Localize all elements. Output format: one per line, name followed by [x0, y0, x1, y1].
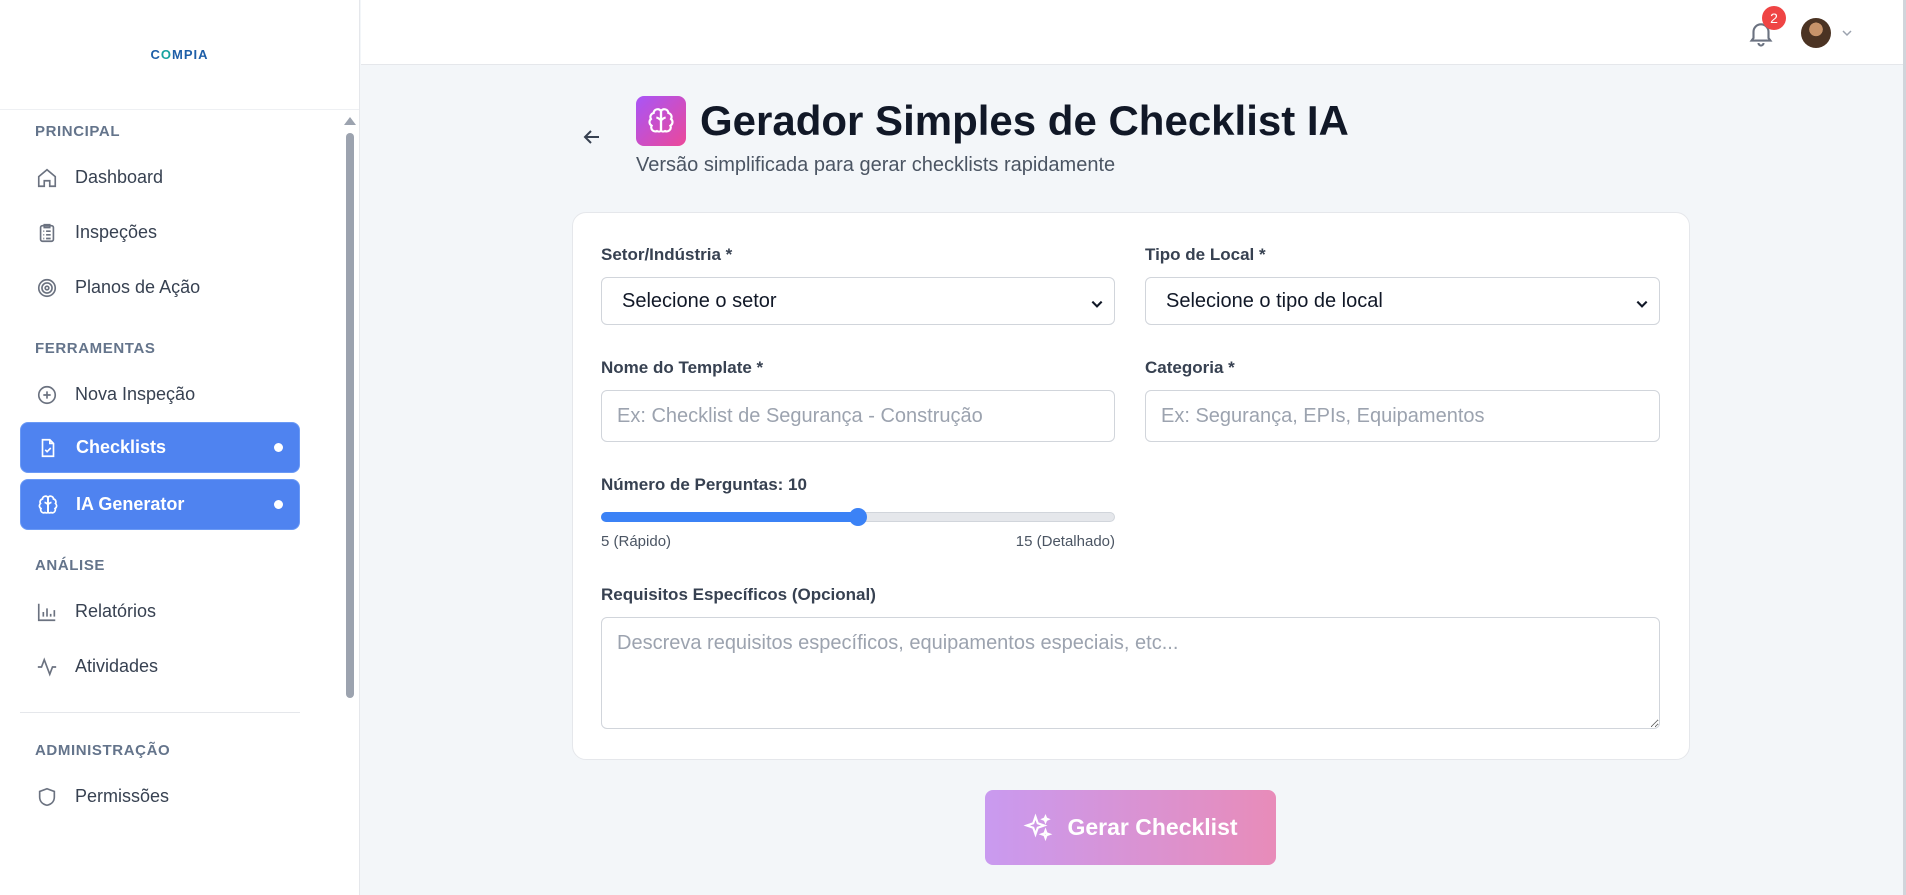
location-type-select[interactable]: Selecione o tipo de local	[1145, 277, 1660, 325]
chevron-down-icon[interactable]	[1841, 26, 1853, 38]
sidebar-item-atividades[interactable]: Atividades	[0, 639, 340, 694]
file-check-icon	[36, 436, 60, 460]
question-count-label: Número de Perguntas: 10	[601, 475, 807, 494]
sector-label: Setor/Indústria *	[601, 245, 733, 264]
scrollbar-up-arrow[interactable]	[344, 117, 356, 125]
home-icon	[35, 166, 59, 190]
slider-min-label: 5 (Rápido)	[601, 533, 672, 550]
clipboard-list-icon	[35, 221, 59, 245]
sidebar-item-label: Permissões	[75, 786, 170, 806]
plus-circle-icon	[35, 383, 59, 407]
brand-logo[interactable]: COMPIA	[150, 47, 208, 62]
chevron-down-icon	[1090, 294, 1104, 308]
sidebar-item-planos-de-acao[interactable]: Planos de Ação	[0, 260, 340, 315]
active-indicator-dot	[274, 500, 283, 509]
page-title: Gerador Simples de Checklist IA	[700, 97, 1349, 144]
question-count-slider-fill	[601, 512, 858, 522]
activity-icon	[35, 655, 59, 679]
sidebar-divider	[20, 712, 300, 713]
sidebar-item-label: Checklists	[76, 437, 167, 457]
brain-icon	[36, 493, 60, 517]
category-input[interactable]	[1145, 390, 1660, 442]
sidebar: COMPIA PRINCIPAL Dashboard Inspeções Pla…	[0, 0, 360, 895]
section-title-principal: PRINCIPAL	[35, 122, 121, 140]
active-indicator-dot	[274, 443, 283, 452]
sidebar-item-label: Relatórios	[75, 601, 157, 621]
brand-logo-text: MPIA	[172, 47, 209, 62]
sidebar-item-permissoes[interactable]: Permissões	[0, 769, 340, 824]
sidebar-scrollbar[interactable]	[346, 133, 354, 698]
question-count-slider-thumb[interactable]	[849, 508, 867, 526]
sidebar-item-label: Planos de Ação	[75, 277, 201, 297]
slider-max-label: 15 (Detalhado)	[1015, 533, 1115, 550]
sidebar-item-checklists[interactable]: Checklists	[20, 422, 300, 473]
chevron-down-icon	[1635, 294, 1649, 308]
sidebar-item-relatorios[interactable]: Relatórios	[0, 584, 340, 639]
back-arrow-icon[interactable]	[580, 125, 606, 151]
sparkles-icon	[1023, 813, 1053, 843]
sector-select[interactable]: Selecione o setor	[601, 277, 1115, 325]
brand-logo-text: O	[160, 47, 172, 62]
sidebar-item-label: Dashboard	[75, 167, 164, 187]
sidebar-item-inspecoes[interactable]: Inspeções	[0, 205, 340, 260]
generate-checklist-button[interactable]: Gerar Checklist	[985, 790, 1276, 865]
location-type-select-value: Selecione o tipo de local	[1166, 289, 1383, 312]
sector-select-value: Selecione o setor	[622, 289, 777, 312]
generate-checklist-label: Gerar Checklist	[1067, 814, 1238, 840]
template-name-label: Nome do Template *	[601, 358, 764, 377]
sidebar-item-dashboard[interactable]: Dashboard	[0, 150, 340, 205]
notification-badge: 2	[1762, 6, 1786, 30]
section-title-administracao: ADMINISTRAÇÃO	[35, 741, 171, 759]
sidebar-item-label: Inspeções	[75, 222, 158, 242]
template-name-input[interactable]	[601, 390, 1115, 442]
sidebar-item-nova-inspecao[interactable]: Nova Inspeção	[0, 367, 340, 422]
sidebar-item-label: IA Generator	[76, 494, 185, 514]
brand-area: COMPIA	[0, 0, 359, 110]
sidebar-item-label: Atividades	[75, 656, 159, 676]
page-subtitle: Versão simplificada para gerar checklist…	[636, 154, 1116, 176]
shield-icon	[35, 785, 59, 809]
target-icon	[35, 276, 59, 300]
requirements-label: Requisitos Específicos (Opcional)	[601, 585, 876, 604]
sidebar-item-ia-generator[interactable]: IA Generator	[20, 479, 300, 530]
brain-icon	[636, 96, 686, 146]
section-title-ferramentas: FERRAMENTAS	[35, 339, 156, 357]
avatar[interactable]	[1801, 18, 1831, 48]
sidebar-item-label: Nova Inspeção	[75, 384, 196, 404]
category-label: Categoria *	[1145, 358, 1235, 377]
sidebar-nav: PRINCIPAL Dashboard Inspeções Planos de …	[0, 112, 340, 824]
bar-chart-icon	[35, 600, 59, 624]
brand-logo-text: C	[150, 47, 161, 62]
requirements-textarea[interactable]	[601, 617, 1660, 729]
top-bar: 2	[361, 0, 1906, 65]
section-title-analise: ANÁLISE	[35, 556, 106, 574]
location-type-label: Tipo de Local *	[1145, 245, 1266, 264]
